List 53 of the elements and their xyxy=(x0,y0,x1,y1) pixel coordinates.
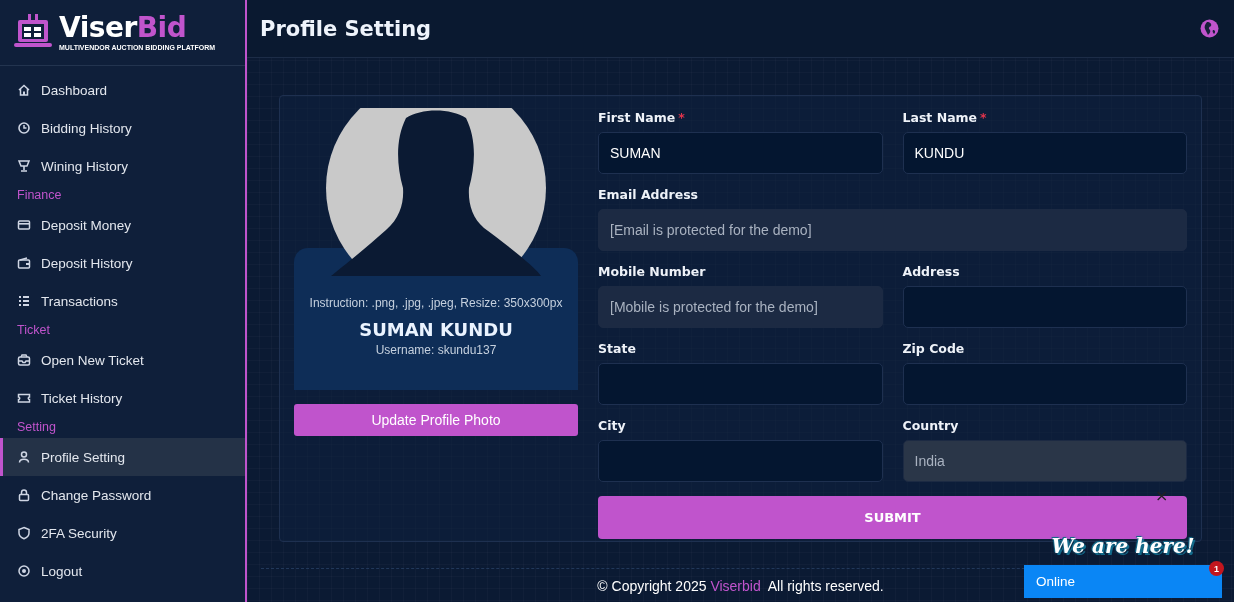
sidebar-item[interactable]: Deposit Money xyxy=(0,206,245,244)
logout-icon xyxy=(17,564,31,578)
profile-name: SUMAN KUNDU xyxy=(359,319,513,340)
sidebar-item[interactable]: Wining History xyxy=(0,147,245,185)
sidebar-item[interactable]: Transactions xyxy=(0,282,245,320)
sidebar-item[interactable]: Bidding History xyxy=(0,109,245,147)
section-heading: Finance xyxy=(16,187,63,204)
sidebar-item[interactable]: 2FA Security xyxy=(0,514,245,552)
sidebar-item[interactable]: Logout xyxy=(0,552,245,590)
field-label: Email Address xyxy=(598,186,698,202)
page-title: Profile Setting xyxy=(260,16,432,41)
inbox-icon xyxy=(17,353,31,367)
copyright-text: © Copyright 2025 Viserbid All rights reserved. xyxy=(597,578,884,594)
user-icon xyxy=(17,450,31,464)
home-icon xyxy=(17,83,31,97)
field-label: City xyxy=(598,417,626,433)
field-label: First Name xyxy=(598,109,676,125)
site-link[interactable]: Viserbid xyxy=(710,578,761,594)
globe-icon[interactable] xyxy=(1200,19,1219,38)
input-field[interactable] xyxy=(902,363,1187,405)
sidebar-item[interactable]: Open New Ticket xyxy=(0,341,245,379)
section-heading: Setting xyxy=(16,419,57,436)
list-icon xyxy=(17,294,31,308)
field-label: Zip Code xyxy=(902,340,965,356)
field-label: State xyxy=(598,340,636,356)
sidebar-item[interactable]: Change Password xyxy=(0,476,245,514)
sidebar-item[interactable]: Deposit History xyxy=(0,244,245,282)
section-heading: Ticket xyxy=(16,322,51,339)
input-field[interactable] xyxy=(902,286,1187,328)
input-field[interactable] xyxy=(598,363,883,405)
logo-wordmark: ViserBid xyxy=(59,14,188,42)
sidebar-item[interactable]: Profile Setting xyxy=(0,438,245,476)
required-mark: * xyxy=(980,109,987,125)
profile-username: Username: skundu137 xyxy=(375,343,497,357)
field-label: Address xyxy=(902,263,960,279)
field-label: Mobile Number xyxy=(598,263,706,279)
update-photo-button[interactable]: Update Profile Photo xyxy=(294,404,578,436)
photo-instruction: Instruction: .png, .jpg, .jpeg, Resize: 350x300px xyxy=(309,296,563,310)
trophy-icon xyxy=(17,159,31,173)
wallet-icon xyxy=(17,256,31,270)
required-mark: * xyxy=(678,109,685,125)
card-icon xyxy=(17,218,31,232)
input-field[interactable] xyxy=(598,440,883,482)
sidebar-item[interactable]: Dashboard xyxy=(0,71,245,109)
input-field[interactable]: KUNDU xyxy=(902,132,1187,174)
input-field[interactable]: SUMAN xyxy=(598,132,883,174)
clock-icon xyxy=(17,121,31,135)
field-label: Country xyxy=(902,417,959,433)
shield-icon xyxy=(17,526,31,540)
lock-icon xyxy=(17,488,31,502)
ticket-icon xyxy=(17,391,31,405)
sidebar-item[interactable]: Ticket History xyxy=(0,379,245,417)
field-label: Last Name xyxy=(902,109,978,125)
